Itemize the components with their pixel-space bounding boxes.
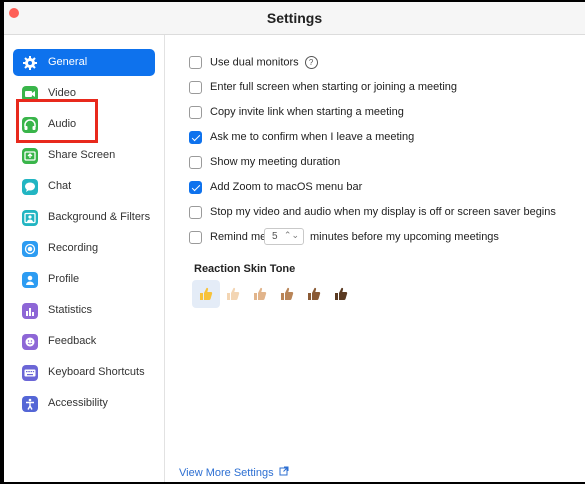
- skin-tone-option[interactable]: [192, 280, 220, 308]
- keyboard-icon: [22, 365, 38, 381]
- sidebar-item-label: Feedback: [48, 335, 97, 347]
- chat-icon: [22, 179, 38, 195]
- sidebar-item-label: Profile: [48, 273, 80, 285]
- skin-tone-option[interactable]: [246, 280, 274, 308]
- skin-tone-option[interactable]: [273, 280, 301, 308]
- skin-tone-option[interactable]: [327, 280, 355, 308]
- option-label: Copy invite link when starting a meeting: [210, 106, 404, 118]
- option-label: Enter full screen when starting or joini…: [210, 81, 458, 93]
- sidebar-item-label: Chat: [48, 180, 72, 192]
- annotation-highlight-box: [16, 99, 98, 143]
- sidebar-item-background-filters[interactable]: Background & Filters: [13, 204, 155, 231]
- option-label: Stop my video and audio when my display …: [210, 206, 556, 218]
- sidebar-item-profile[interactable]: Profile: [13, 266, 155, 293]
- sidebar-item-share-screen[interactable]: Share Screen: [13, 142, 155, 169]
- thumbs-up-icon: [333, 286, 349, 302]
- title-bar: Settings: [4, 2, 585, 35]
- statistics-icon: [22, 303, 38, 319]
- sidebar-item-label: Recording: [48, 242, 99, 254]
- sidebar-item-chat[interactable]: Chat: [13, 173, 155, 200]
- thumbs-up-icon: [279, 286, 295, 302]
- checkbox[interactable]: [189, 106, 202, 119]
- stepper-arrows-icon[interactable]: ⌃⌄: [284, 230, 299, 241]
- option-label: Add Zoom to macOS menu bar: [210, 181, 363, 193]
- remind-minutes-stepper[interactable]: 5 ⌃⌄: [264, 228, 304, 245]
- thumbs-up-icon: [252, 286, 268, 302]
- sidebar-item-label: Accessibility: [48, 397, 108, 409]
- settings-window: Settings General Video Audio Share Scree…: [4, 2, 585, 482]
- checkbox-checked[interactable]: [189, 131, 202, 144]
- option-label: Ask me to confirm when I leave a meeting: [210, 131, 415, 143]
- remind-after-label: minutes before my upcoming meetings: [310, 231, 499, 243]
- sidebar-item-general[interactable]: General: [13, 49, 155, 76]
- profile-icon: [22, 272, 38, 288]
- remind-minutes-value: 5: [272, 231, 278, 242]
- sidebar-item-label: Keyboard Shortcuts: [48, 366, 145, 378]
- external-link-icon: [279, 466, 289, 479]
- option-label: Show my meeting duration: [210, 156, 341, 168]
- checkbox[interactable]: [189, 81, 202, 94]
- thumbs-up-icon: [225, 286, 241, 302]
- reaction-skin-tone-title: Reaction Skin Tone: [194, 263, 296, 275]
- sidebar-item-label: Video: [48, 87, 76, 99]
- view-more-settings-link[interactable]: View More Settings: [179, 466, 289, 479]
- sidebar-item-keyboard-shortcuts[interactable]: Keyboard Shortcuts: [13, 359, 155, 386]
- sidebar-item-recording[interactable]: Recording: [13, 235, 155, 262]
- sidebar-item-statistics[interactable]: Statistics: [13, 297, 155, 324]
- accessibility-icon: [22, 396, 38, 412]
- sidebar-item-accessibility[interactable]: Accessibility: [13, 390, 155, 417]
- checkbox[interactable]: [189, 156, 202, 169]
- checkbox-checked[interactable]: [189, 181, 202, 194]
- thumbs-up-icon: [306, 286, 322, 302]
- checkbox[interactable]: [189, 56, 202, 69]
- sidebar-item-label: General: [48, 56, 88, 68]
- sidebar-item-feedback[interactable]: Feedback: [13, 328, 155, 355]
- checkbox[interactable]: [189, 231, 202, 244]
- skin-tone-option[interactable]: [219, 280, 247, 308]
- window-title: Settings: [266, 10, 323, 26]
- remind-before-label: Remind me: [210, 231, 267, 243]
- thumbs-up-icon: [198, 286, 214, 302]
- link-label: View More Settings: [179, 467, 274, 479]
- feedback-icon: [22, 334, 38, 350]
- gear-icon: [22, 55, 38, 71]
- skin-tone-option[interactable]: [300, 280, 328, 308]
- option-label: Use dual monitors: [210, 56, 299, 69]
- sidebar-item-label: Statistics: [48, 304, 93, 316]
- background-icon: [22, 210, 38, 226]
- general-settings-panel: Use dual monitors? Enter full screen whe…: [165, 35, 585, 482]
- help-icon[interactable]: ?: [304, 56, 318, 69]
- share-screen-icon: [22, 148, 38, 164]
- sidebar-item-label: Share Screen: [48, 149, 116, 161]
- sidebar-item-label: Background & Filters: [48, 211, 151, 223]
- recording-icon: [22, 241, 38, 257]
- checkbox[interactable]: [189, 206, 202, 219]
